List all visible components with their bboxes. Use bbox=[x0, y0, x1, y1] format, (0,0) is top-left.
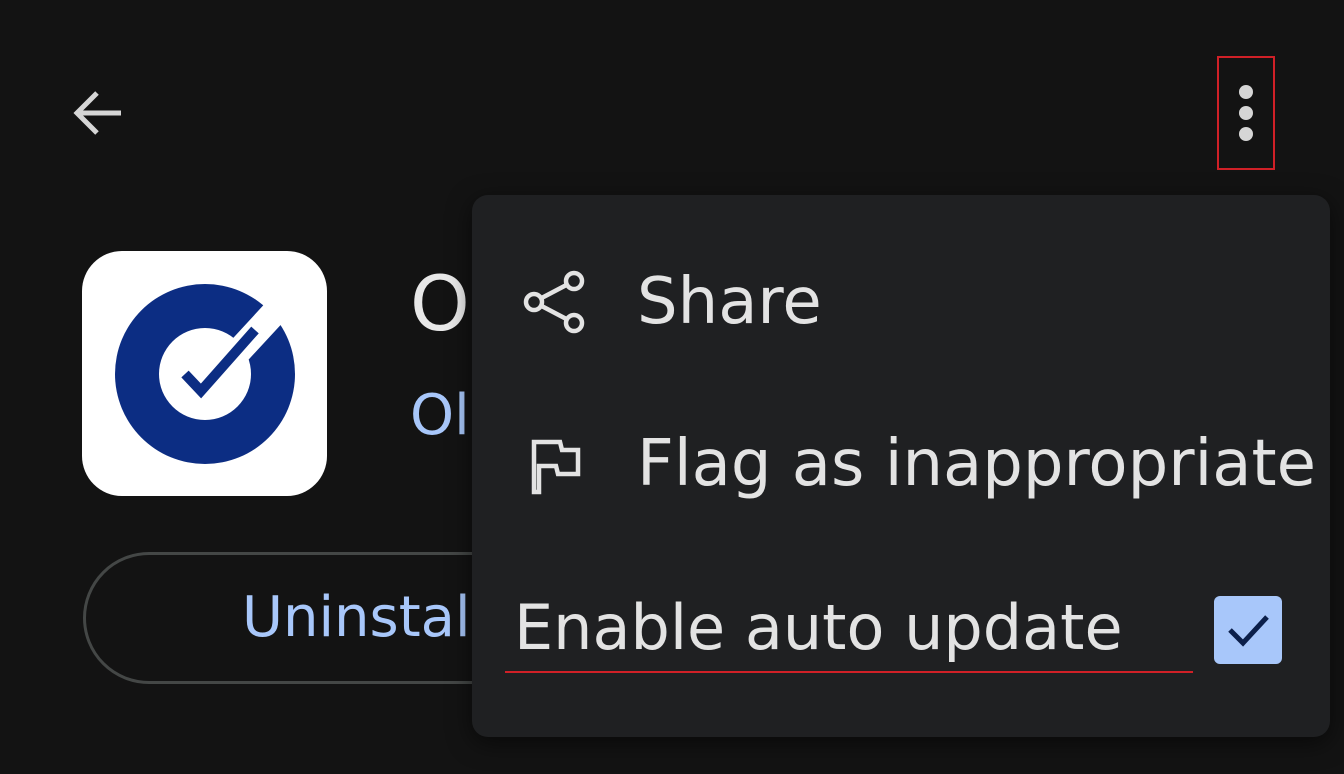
checkmark-icon bbox=[1228, 615, 1269, 647]
more-options-button[interactable] bbox=[1217, 56, 1275, 170]
menu-item-flag[interactable]: Flag as inappropriate bbox=[472, 417, 1330, 511]
flag-icon bbox=[520, 430, 588, 498]
app-details-screen: O Ol Uninstal Share Flag as inappropriat… bbox=[0, 0, 1344, 774]
overflow-menu: Share Flag as inappropriate Enable auto … bbox=[472, 195, 1330, 737]
auto-update-checkbox[interactable] bbox=[1214, 596, 1282, 664]
auto-update-label: Enable auto update bbox=[514, 591, 1123, 664]
share-icon bbox=[520, 268, 588, 336]
app-title: O bbox=[410, 259, 470, 348]
auto-update-option[interactable]: Enable auto update bbox=[472, 583, 1330, 683]
menu-item-label: Flag as inappropriate bbox=[637, 427, 1316, 501]
arrow-left-icon bbox=[73, 91, 121, 135]
app-developer-link[interactable]: Ol bbox=[410, 388, 470, 444]
back-button[interactable] bbox=[58, 78, 136, 148]
highlight-underline bbox=[505, 671, 1193, 673]
menu-item-share[interactable]: Share bbox=[472, 255, 1330, 349]
app-logo-check-circle bbox=[114, 283, 295, 464]
more-vert-icon bbox=[1239, 85, 1253, 141]
menu-item-label: Share bbox=[637, 265, 822, 339]
uninstall-label: Uninstal bbox=[242, 585, 471, 650]
app-icon bbox=[82, 251, 327, 496]
